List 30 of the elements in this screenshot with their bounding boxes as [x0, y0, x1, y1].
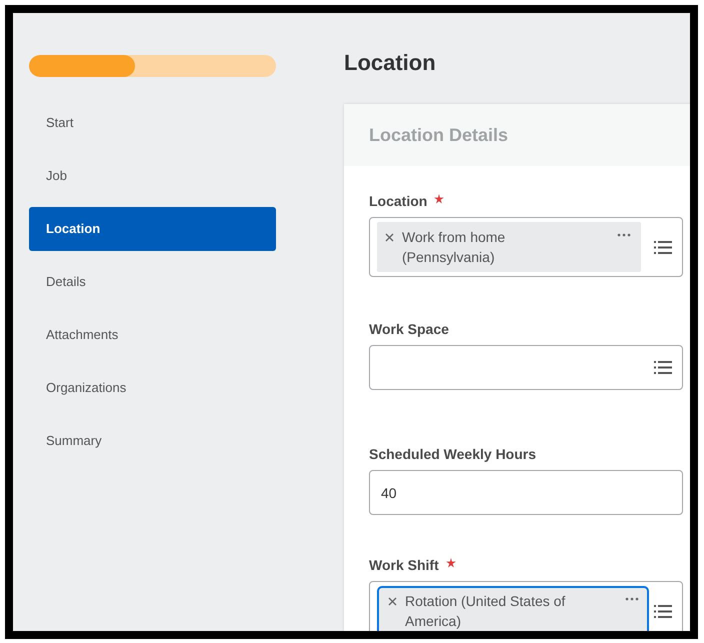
- selected-item-chip[interactable]: Work from home (Pennsylvania): [377, 222, 641, 272]
- step-item[interactable]: Job: [29, 154, 276, 198]
- remove-icon[interactable]: [388, 597, 397, 606]
- field-label: Location: [369, 192, 428, 210]
- selected-item-chip[interactable]: Rotation (United States of America): [377, 586, 649, 631]
- section-title: Location Details: [369, 124, 508, 146]
- prompt-field[interactable]: [369, 345, 683, 390]
- required-icon: [434, 194, 444, 204]
- step-item[interactable]: Start: [29, 101, 276, 145]
- more-icon[interactable]: [625, 597, 639, 601]
- step-item[interactable]: Location: [29, 207, 276, 251]
- chip-text: Work from home (Pennsylvania): [402, 228, 506, 267]
- prompt-field[interactable]: Rotation (United States of America): [369, 581, 683, 631]
- step-item[interactable]: Details: [29, 260, 276, 304]
- field-label: Scheduled Weekly Hours: [369, 444, 536, 464]
- list-icon[interactable]: [654, 604, 672, 618]
- remove-icon[interactable]: [385, 233, 394, 242]
- text-field[interactable]: 40: [369, 470, 683, 515]
- more-icon[interactable]: [617, 233, 631, 237]
- step-item[interactable]: Summary: [29, 419, 276, 463]
- chip-text: Rotation (United States of America): [405, 592, 566, 631]
- field-label: Work Space: [369, 320, 449, 339]
- required-icon: [446, 558, 456, 568]
- list-icon[interactable]: [654, 360, 672, 375]
- prompt-field[interactable]: Work from home (Pennsylvania): [369, 217, 683, 277]
- step-item[interactable]: Organizations: [29, 366, 276, 410]
- field-label: Work Shift: [369, 556, 439, 574]
- page-title: Location: [344, 49, 437, 77]
- list-icon[interactable]: [654, 240, 672, 254]
- step-item[interactable]: Attachments: [29, 313, 276, 357]
